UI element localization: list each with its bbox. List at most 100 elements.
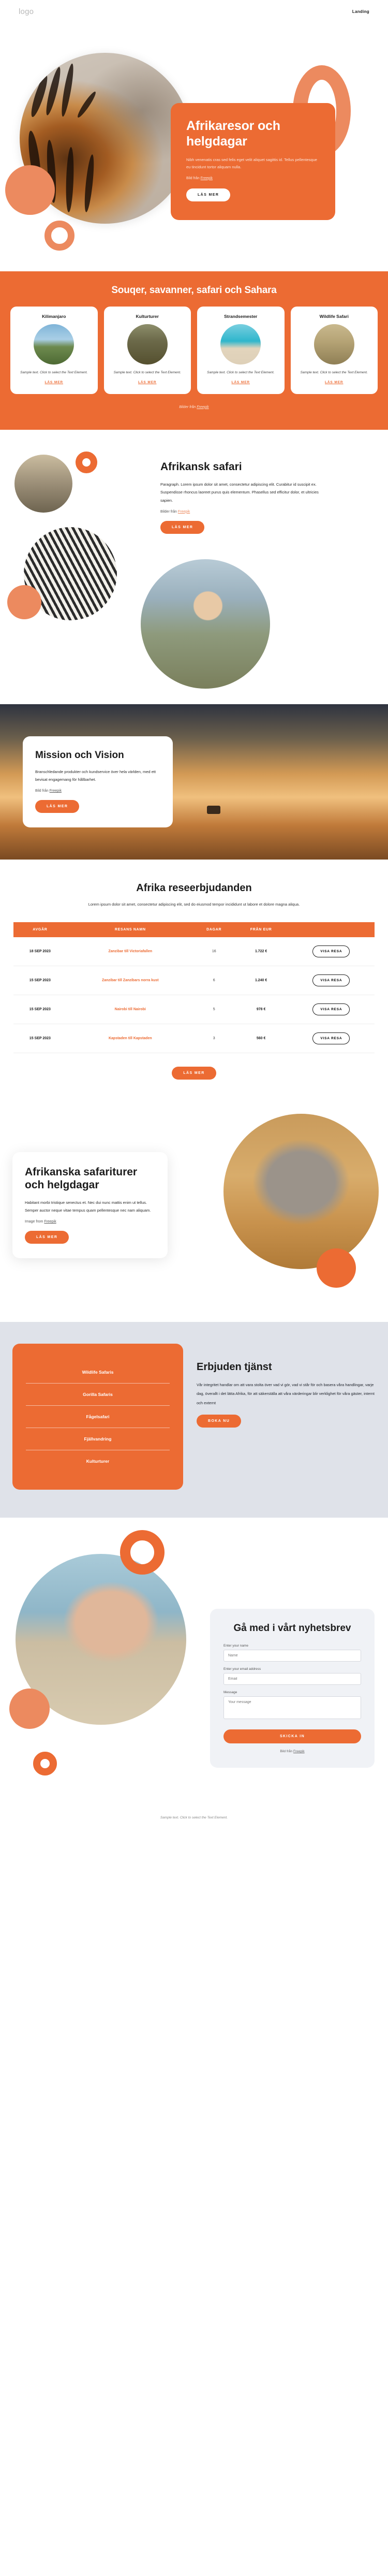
newsletter-ring-decoration xyxy=(120,1530,165,1575)
card-read-more-link[interactable]: LÄS MER xyxy=(138,381,157,384)
card-read-more-link[interactable]: LÄS MER xyxy=(44,381,63,384)
mission-body: Branschledande produkter och kundservice… xyxy=(35,769,156,782)
cell-price: 1.240 € xyxy=(234,966,288,996)
offers-read-more-button[interactable]: LÄS MER xyxy=(172,1067,216,1080)
hero-credit-link[interactable]: Freepik xyxy=(201,177,213,180)
email-field-group: Enter your email address xyxy=(223,1667,361,1685)
message-input[interactable] xyxy=(223,1696,361,1719)
tours-credit-link[interactable]: Freepik xyxy=(44,1220,56,1224)
band-title: Souqer, savanner, safari och Sahara xyxy=(111,285,277,296)
hero-dot-large xyxy=(5,165,55,215)
cell-days: 3 xyxy=(193,1024,234,1054)
cell-departure: 15 SEP 2023 xyxy=(13,966,67,996)
mission-title: Mission och Vision xyxy=(35,749,124,761)
newsletter-ring-small xyxy=(33,1752,57,1776)
safari-read-more-button[interactable]: LÄS MER xyxy=(160,520,205,534)
hero-text-card: Afrikaresor och helgdagar Nibh venenatis… xyxy=(171,103,335,220)
column-departure: AVGÅR xyxy=(33,928,48,932)
category-card[interactable]: Wildlife Safari Sample text. Click to se… xyxy=(290,307,378,394)
band-credit-prefix: Bilder från xyxy=(179,405,197,409)
hero-read-more-button[interactable]: LÄS MER xyxy=(186,188,231,201)
cell-price: 978 € xyxy=(234,995,288,1025)
book-now-button[interactable]: BOKA NU xyxy=(197,1414,242,1428)
card-read-more-link[interactable]: LÄS MER xyxy=(231,381,250,384)
cell-action: VISA RESA xyxy=(288,995,375,1025)
card-text: Sample text. Click to select the Text El… xyxy=(113,371,181,374)
cell-action: VISA RESA xyxy=(288,966,375,996)
card-title: Strandsemester xyxy=(224,314,258,319)
landing-page: logo Landing Afrikaresor och helgdagar N… xyxy=(0,0,388,1833)
table-body: 18 SEP 2023 Zanzibar till Victoriafallen… xyxy=(13,937,375,1054)
offers-subtitle: Lorem ipsum dolor sit amet, consectetur … xyxy=(88,901,300,907)
hero-credit-prefix: Bild från xyxy=(186,176,201,180)
table-row: 15 SEP 2023 Nairobi till Nairobi 5 978 €… xyxy=(13,995,375,1025)
safari-credit: Bilder från Freepik xyxy=(160,510,326,514)
service-item[interactable]: Wildlife Safaris xyxy=(26,1361,170,1384)
elephant-large-photo xyxy=(223,1114,379,1270)
column-name: RESANS NAMN xyxy=(114,928,146,932)
tours-card: Afrikanska safariturer och helgdagar Hab… xyxy=(12,1152,168,1259)
safari-title: Afrikansk safari xyxy=(160,460,242,473)
cell-price: 1.722 € xyxy=(234,937,288,967)
cell-action: VISA RESA xyxy=(288,937,375,967)
newsletter-credit-prefix: Bild från xyxy=(280,1749,293,1753)
table-header-row: AVGÅR RESANS NAMN DAGAR FRÅN EUR xyxy=(13,922,375,938)
mission-card: Mission och Vision Branschledande produk… xyxy=(23,736,173,828)
view-trip-button[interactable]: VISA RESA xyxy=(312,974,350,987)
card-read-more-link[interactable]: LÄS MER xyxy=(325,381,344,384)
category-card[interactable]: Kilimanjaro Sample text. Click to select… xyxy=(10,307,98,394)
cell-name[interactable]: Nairobi till Nairobi xyxy=(66,995,194,1025)
cell-action: VISA RESA xyxy=(288,1024,375,1054)
service-item[interactable]: Fågelsafari xyxy=(26,1406,170,1429)
card-title: Kilimanjaro xyxy=(42,314,66,319)
view-trip-button[interactable]: VISA RESA xyxy=(312,945,350,958)
services-inner: Wildlife Safaris Gorilla Safaris Fågelsa… xyxy=(12,1344,376,1490)
jeep-icon xyxy=(207,805,220,814)
safari-text-block: Afrikansk safari Paragraph. Lorem ipsum … xyxy=(160,461,326,534)
elephant-photo xyxy=(14,454,72,513)
category-card[interactable]: Strandsemester Sample text. Click to sel… xyxy=(197,307,285,394)
newsletter-form: Gå med i vårt nyhetsbrev Enter your name… xyxy=(210,1609,375,1768)
site-footer: Sample text. Click to select the Text El… xyxy=(0,1808,388,1833)
services-section: Wildlife Safaris Gorilla Safaris Fågelsa… xyxy=(0,1322,388,1518)
cell-price: 560 € xyxy=(234,1024,288,1054)
cell-name[interactable]: Zanzibar till Zanzibars norra kust xyxy=(66,966,194,996)
tours-dot-decoration xyxy=(317,1248,356,1288)
card-title: Wildlife Safari xyxy=(319,314,349,319)
service-item[interactable]: Fjällvandring xyxy=(26,1428,170,1451)
name-label: Enter your name xyxy=(223,1643,249,1648)
logo[interactable]: logo xyxy=(19,7,34,16)
submit-button[interactable]: SKICKA IN xyxy=(223,1729,361,1743)
band-credit-link[interactable]: Freepik xyxy=(197,405,208,409)
mission-credit-link[interactable]: Freepik xyxy=(50,789,62,793)
message-label: Message xyxy=(223,1690,237,1694)
nav-link-landing[interactable]: Landing xyxy=(352,9,369,14)
mission-read-more-button[interactable]: LÄS MER xyxy=(35,800,80,813)
column-price: FRÅN EUR xyxy=(250,928,272,932)
name-input[interactable] xyxy=(223,1649,361,1662)
name-field-group: Enter your name xyxy=(223,1644,361,1662)
mission-credit-prefix: Bild från xyxy=(35,789,50,793)
service-item[interactable]: Kulturturer xyxy=(26,1450,170,1472)
category-card[interactable]: Kulturturer Sample text. Click to select… xyxy=(103,307,191,394)
cheetah-photo xyxy=(314,324,354,365)
cell-name[interactable]: Kapstaden till Kapstaden xyxy=(66,1024,194,1054)
offers-section: Afrika reseerbjudanden Lorem ipsum dolor… xyxy=(0,859,388,1105)
email-label: Enter your email address xyxy=(223,1667,261,1671)
kilimanjaro-photo xyxy=(34,324,74,365)
view-trip-button[interactable]: VISA RESA xyxy=(312,1003,350,1016)
email-input[interactable] xyxy=(223,1672,361,1685)
cell-days: 16 xyxy=(193,937,234,967)
newsletter-credit-link[interactable]: Freepik xyxy=(293,1750,305,1753)
offers-table: AVGÅR RESANS NAMN DAGAR FRÅN EUR 18 SEP … xyxy=(13,922,375,1054)
tours-body: Habitant morbi tristique senectus et. Ne… xyxy=(25,1200,151,1213)
message-field-group: Message xyxy=(223,1691,361,1722)
services-title: Erbjuden tjänst xyxy=(197,1361,272,1373)
cell-name[interactable]: Zanzibar till Victoriafallen xyxy=(66,937,194,967)
view-trip-button[interactable]: VISA RESA xyxy=(312,1032,350,1045)
safari-ring-decoration xyxy=(76,451,97,473)
tours-read-more-button[interactable]: LÄS MER xyxy=(25,1231,69,1244)
service-item[interactable]: Gorilla Safaris xyxy=(26,1384,170,1406)
footer-text: Sample text. Click to select the Text El… xyxy=(160,1816,228,1820)
safari-credit-link[interactable]: Freepik xyxy=(178,510,190,514)
